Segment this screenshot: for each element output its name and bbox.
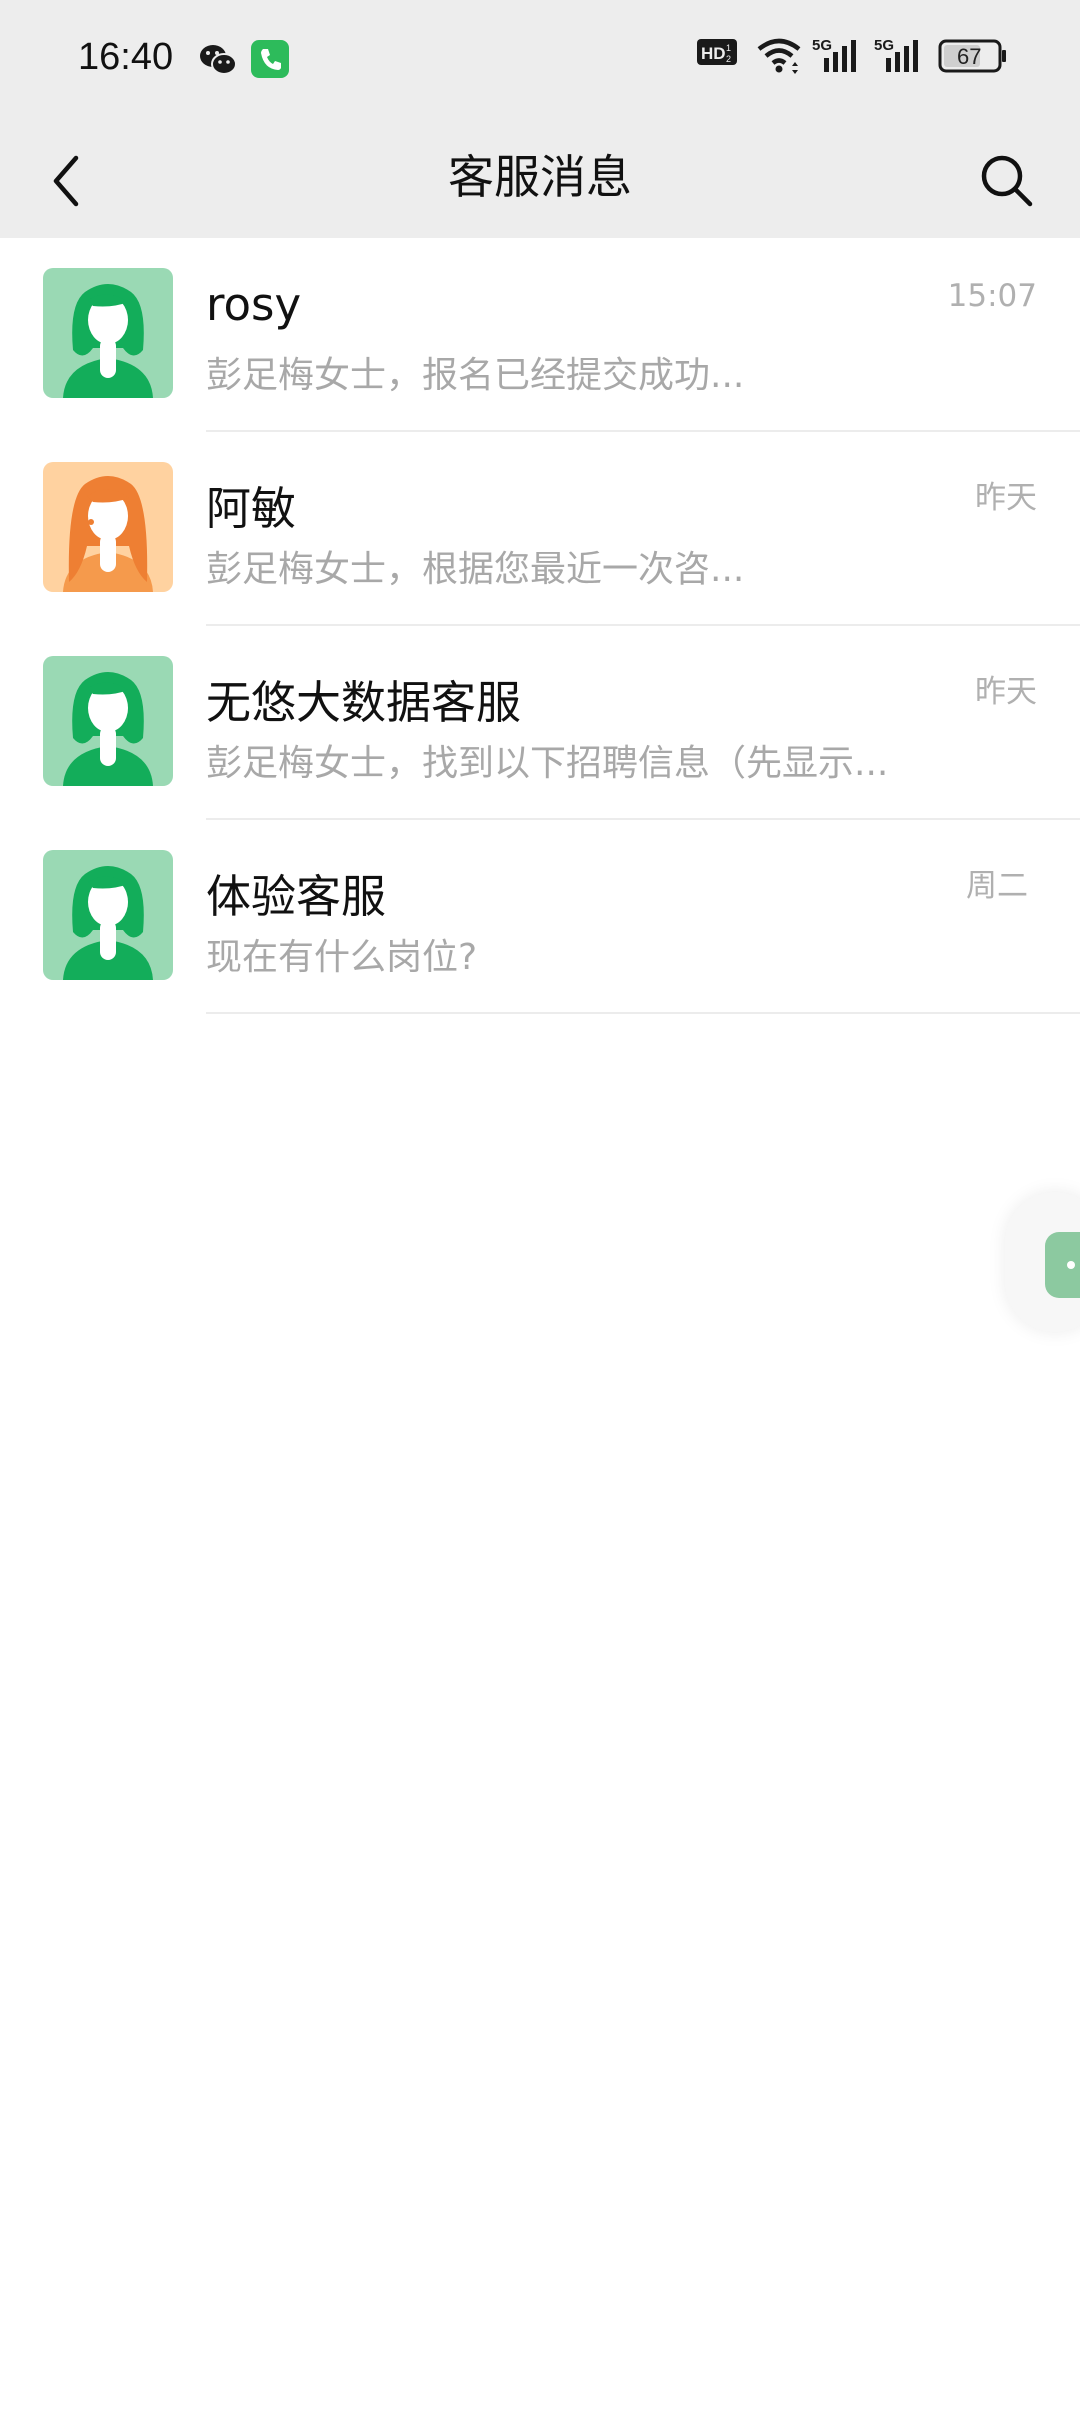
chat-preview: 彭足梅女士，找到以下招聘信息（先显示... <box>206 743 889 784</box>
chat-item[interactable]: rosy 彭足梅女士，报名已经提交成功... 15:07 <box>0 238 1080 432</box>
chat-name: 阿敏 <box>206 482 297 535</box>
chat-name: rosy <box>206 278 302 331</box>
chat-preview: 现在有什么岗位? <box>206 937 478 978</box>
battery-level: 67 <box>957 44 981 69</box>
5g-signal-icon: 5G <box>812 37 856 72</box>
search-icon <box>981 155 1033 207</box>
agent-avatar <box>43 656 173 786</box>
agent-avatar <box>43 462 173 592</box>
page-title: 客服消息 <box>448 150 632 204</box>
svg-text:HD: HD <box>701 44 726 63</box>
agent-avatar <box>43 850 173 980</box>
wechat-icon <box>200 45 237 75</box>
chat-item[interactable]: 无悠大数据客服 彭足梅女士，找到以下招聘信息（先显示... 昨天 <box>0 626 1080 820</box>
chat-time: 周二 <box>966 868 1028 904</box>
svg-text:5G: 5G <box>874 37 894 54</box>
chat-preview: 彭足梅女士，报名已经提交成功... <box>206 355 745 396</box>
agent-avatar <box>43 268 173 398</box>
status-time: 16:40 <box>78 36 174 78</box>
chat-preview: 彭足梅女士，根据您最近一次咨... <box>206 549 745 590</box>
divider <box>206 1012 1080 1014</box>
chat-name: 体验客服 <box>206 870 387 923</box>
wifi-icon <box>757 38 801 74</box>
chat-list: rosy 彭足梅女士，报名已经提交成功... 15:07 阿敏 彭足梅女士，根据… <box>0 238 1080 1014</box>
chat-time: 昨天 <box>975 674 1037 710</box>
svg-text:1: 1 <box>726 43 731 53</box>
hd-voice-icon: HD 1 2 <box>697 39 737 65</box>
chat-time: 15:07 <box>947 278 1037 314</box>
phone-call-icon <box>251 40 289 78</box>
chat-time: 昨天 <box>975 480 1037 516</box>
header-bar: 客服消息 <box>0 122 1080 238</box>
svg-text:5G: 5G <box>812 37 832 54</box>
svg-text:2: 2 <box>726 54 731 64</box>
battery-icon: 67 <box>938 39 1006 73</box>
5g-signal-icon: 5G <box>874 37 918 72</box>
chat-item[interactable]: 阿敏 彭足梅女士，根据您最近一次咨... 昨天 <box>0 432 1080 626</box>
chat-item[interactable]: 体验客服 现在有什么岗位? 周二 <box>0 820 1080 1014</box>
floating-chat-button[interactable] <box>1005 1192 1080 1332</box>
chat-name: 无悠大数据客服 <box>206 676 522 729</box>
search-button[interactable] <box>972 146 1042 216</box>
chat-bubble-icon <box>1045 1232 1080 1298</box>
status-bar: 16:40 HD 1 2 5G 5G 67 <box>0 0 1080 122</box>
